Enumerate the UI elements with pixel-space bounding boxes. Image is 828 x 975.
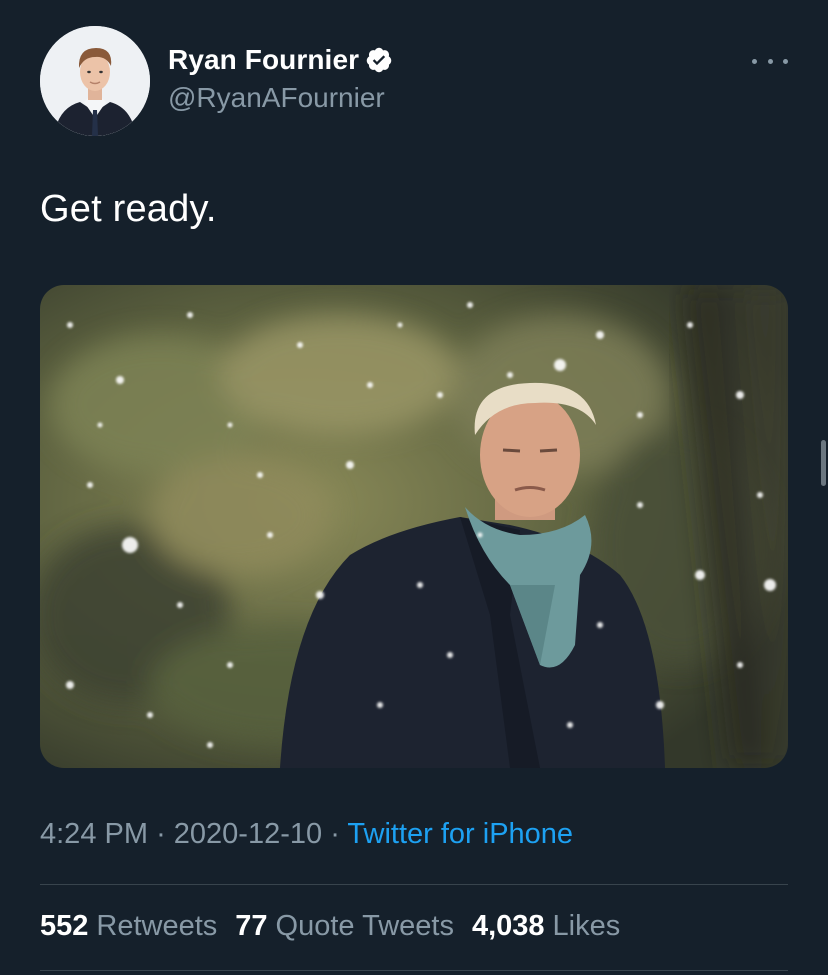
more-dot bbox=[767, 58, 773, 64]
tweet-detail: Ryan Fournier @RyanAFournier Get ready. bbox=[0, 0, 828, 975]
meta-separator: · bbox=[156, 818, 174, 850]
tweet-source-link[interactable]: Twitter for iPhone bbox=[347, 818, 573, 850]
tweet-meta: 4:24 PM · 2020-12-10 · Twitter for iPhon… bbox=[40, 818, 573, 851]
tweet-date[interactable]: 2020-12-10 bbox=[174, 818, 322, 850]
quote-tweets-label: Quote Tweets bbox=[275, 910, 454, 942]
quote-tweets-count: 77 bbox=[235, 910, 268, 942]
author-name-row[interactable]: Ryan Fournier bbox=[168, 42, 393, 78]
tweet-time[interactable]: 4:24 PM bbox=[40, 818, 148, 850]
retweets-stat[interactable]: 552 Retweets bbox=[40, 910, 217, 943]
meta-separator: · bbox=[330, 818, 348, 850]
author-avatar[interactable] bbox=[40, 26, 150, 136]
retweets-count: 552 bbox=[40, 910, 89, 942]
retweets-label: Retweets bbox=[96, 910, 218, 942]
author-display-name[interactable]: Ryan Fournier bbox=[168, 44, 359, 76]
tweet-photo[interactable] bbox=[40, 285, 788, 768]
more-dot bbox=[783, 58, 788, 64]
more-options-icon[interactable] bbox=[752, 46, 788, 76]
scrollbar-thumb[interactable] bbox=[821, 440, 826, 486]
divider bbox=[40, 970, 788, 971]
author-handle[interactable]: @RyanAFournier bbox=[168, 82, 385, 114]
tweet-stats: 552 Retweets 77 Quote Tweets 4,038 Likes bbox=[40, 910, 638, 943]
verified-badge-icon bbox=[366, 47, 392, 73]
quote-tweets-stat[interactable]: 77 Quote Tweets bbox=[235, 910, 454, 943]
more-dot bbox=[752, 58, 757, 64]
likes-stat[interactable]: 4,038 Likes bbox=[472, 910, 620, 943]
likes-count: 4,038 bbox=[471, 910, 545, 942]
tweet-text: Get ready. bbox=[40, 188, 217, 230]
divider bbox=[40, 884, 788, 885]
likes-label: Likes bbox=[552, 910, 621, 942]
